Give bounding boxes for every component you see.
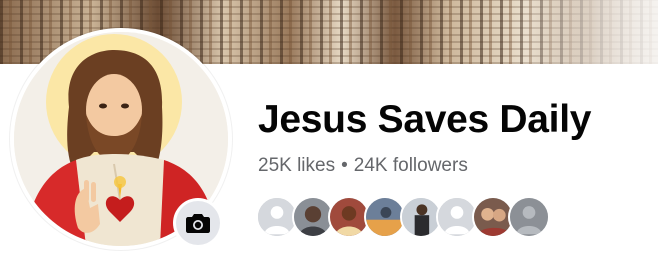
follower-facepile[interactable] [256, 196, 550, 238]
page-stats: 25K likes • 24K followers [258, 155, 468, 177]
camera-icon [186, 214, 210, 233]
default-avatar-icon [510, 198, 548, 236]
stats-separator: • [341, 155, 348, 176]
update-profile-picture-button[interactable] [176, 201, 220, 245]
follower-photo [330, 198, 368, 236]
likes-count-link[interactable]: 25K likes [258, 155, 335, 177]
followers-count-link[interactable]: 24K followers [354, 155, 468, 177]
follower-photo [294, 198, 332, 236]
follower-photo [366, 198, 404, 236]
follower-avatar[interactable] [508, 196, 550, 238]
default-avatar-icon [258, 198, 296, 236]
default-avatar-icon [438, 198, 476, 236]
follower-photo [474, 198, 512, 236]
page-title: Jesus Saves Daily [258, 98, 592, 141]
follower-photo [402, 198, 440, 236]
